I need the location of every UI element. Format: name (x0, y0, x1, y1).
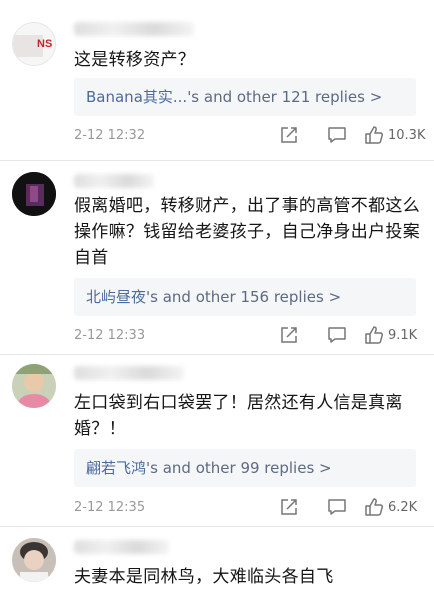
comment-meta: 2-12 12:33 9.1K (74, 326, 418, 348)
avatar-image (12, 538, 56, 582)
replies-link[interactable]: 翩若飞鸿's and other 99 replies > (74, 449, 416, 487)
timestamp: 2-12 12:35 (74, 500, 146, 515)
comment-meta: 2-12 12:32 10.3K (74, 125, 425, 148)
timestamp: 2-12 12:32 (74, 128, 146, 143)
comment-text: 左口袋到右口袋罢了！居然还有人信是真离婚？！ (74, 393, 403, 439)
avatar-image (12, 364, 56, 408)
comment-meta: 2-12 12:35 6.2K (74, 498, 418, 520)
username[interactable] (74, 540, 169, 554)
thumbs-up-icon[interactable] (364, 497, 384, 517)
username[interactable] (74, 174, 154, 188)
comment-text: 夫妻本是同林鸟，大难临头各自飞 (74, 567, 334, 587)
like-count: 10.3K (388, 128, 426, 143)
timestamp: 2-12 12:33 (74, 328, 146, 343)
reply-summary: 's and other 121 replies > (187, 88, 383, 106)
comment-item: 假离婚吧，转移财产，出了事的高管不都这么操作嘛？钱留给老婆孩子，自己净身出户投案… (0, 160, 434, 350)
like-count: 6.2K (388, 500, 418, 515)
comment-item: NS 这是转移资产？ Banana其实...'s and other 121 r… (0, 0, 434, 166)
comment-item: 夫妻本是同林鸟，大难临头各自飞 (0, 526, 434, 598)
reply-summary: 's and other 156 replies > (146, 288, 342, 306)
avatar[interactable]: NS (12, 22, 56, 66)
thumbs-up-icon[interactable] (364, 125, 384, 145)
comment-text: 这是转移资产？ (74, 50, 196, 70)
reply-author[interactable]: 北屿昼夜 (86, 288, 146, 306)
comment-icon[interactable] (327, 126, 347, 144)
share-icon[interactable] (280, 126, 298, 144)
replies-link[interactable]: Banana其实...'s and other 121 replies > (74, 78, 416, 116)
replies-link[interactable]: 北屿昼夜's and other 156 replies > (74, 278, 416, 316)
comment-icon[interactable] (327, 326, 347, 344)
username[interactable] (74, 366, 184, 380)
username[interactable] (74, 22, 194, 36)
like-count: 9.1K (388, 328, 418, 343)
comment-icon[interactable] (327, 498, 347, 516)
reply-author[interactable]: Banana其实... (86, 88, 187, 106)
avatar-logo-text: NS (37, 38, 53, 50)
comment-text: 假离婚吧，转移财产，出了事的高管不都这么操作嘛？钱留给老婆孩子，自己净身出户投案… (74, 196, 420, 268)
comment-item: 左口袋到右口袋罢了！居然还有人信是真离婚？！ 翩若飞鸿's and other … (0, 354, 434, 522)
thumbs-up-icon[interactable] (364, 325, 384, 345)
avatar[interactable] (12, 538, 56, 582)
share-icon[interactable] (280, 326, 298, 344)
avatar[interactable] (12, 172, 56, 216)
share-icon[interactable] (280, 498, 298, 516)
reply-summary: 's and other 99 replies > (146, 459, 332, 477)
avatar[interactable] (12, 364, 56, 408)
avatar-image (12, 172, 56, 216)
reply-author[interactable]: 翩若飞鸿 (86, 459, 146, 477)
